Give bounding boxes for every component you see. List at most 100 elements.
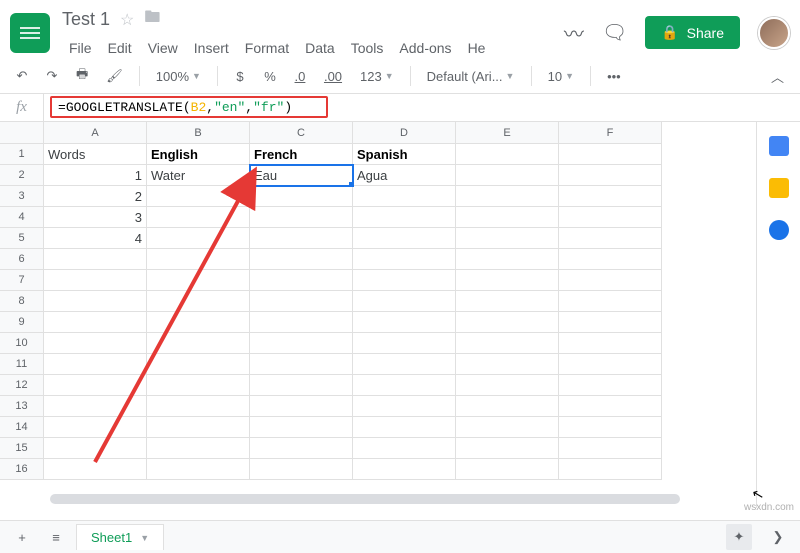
row-header[interactable]: 12 — [0, 375, 44, 396]
row-header[interactable]: 7 — [0, 270, 44, 291]
cell-B3[interactable] — [147, 186, 250, 207]
cell[interactable] — [353, 438, 456, 459]
cell[interactable] — [250, 312, 353, 333]
all-sheets-button[interactable]: ≡ — [42, 524, 70, 550]
row-header[interactable]: 14 — [0, 417, 44, 438]
more-tools-button[interactable]: ••• — [601, 63, 627, 89]
cell[interactable] — [44, 417, 147, 438]
cell[interactable] — [353, 459, 456, 480]
cell[interactable] — [353, 354, 456, 375]
cell[interactable] — [250, 249, 353, 270]
cell[interactable] — [353, 396, 456, 417]
cell[interactable] — [559, 354, 662, 375]
cell-F4[interactable] — [559, 207, 662, 228]
cell[interactable] — [147, 312, 250, 333]
cell[interactable] — [250, 396, 353, 417]
cell[interactable] — [250, 291, 353, 312]
cell-E4[interactable] — [456, 207, 559, 228]
fill-handle[interactable] — [349, 182, 353, 186]
cell[interactable] — [44, 291, 147, 312]
cell[interactable] — [559, 438, 662, 459]
calendar-icon[interactable] — [769, 136, 789, 156]
cell[interactable] — [456, 270, 559, 291]
cell[interactable] — [147, 354, 250, 375]
cell[interactable] — [456, 312, 559, 333]
cell[interactable] — [456, 249, 559, 270]
cell[interactable] — [250, 333, 353, 354]
cell-B1[interactable]: English — [147, 144, 250, 165]
star-icon[interactable]: ☆ — [120, 10, 134, 30]
cell[interactable] — [456, 375, 559, 396]
cell[interactable] — [147, 459, 250, 480]
folder-icon[interactable]: 🖿 — [144, 6, 160, 33]
cell-D3[interactable] — [353, 186, 456, 207]
cell[interactable] — [353, 417, 456, 438]
cell[interactable] — [456, 354, 559, 375]
cell[interactable] — [559, 375, 662, 396]
cell[interactable] — [559, 270, 662, 291]
add-sheet-button[interactable]: + — [8, 524, 36, 550]
document-title[interactable]: Test 1 — [62, 9, 110, 30]
paint-format-button[interactable]: 🖌 — [100, 63, 129, 89]
cell[interactable] — [559, 396, 662, 417]
select-all-corner[interactable] — [0, 122, 44, 144]
cell[interactable] — [559, 249, 662, 270]
cell-C4[interactable] — [250, 207, 353, 228]
cell-F3[interactable] — [559, 186, 662, 207]
row-header[interactable]: 16 — [0, 459, 44, 480]
cell-A4[interactable]: 3 — [44, 207, 147, 228]
row-header[interactable]: 1 — [0, 144, 44, 165]
cell[interactable] — [147, 249, 250, 270]
cell[interactable] — [147, 291, 250, 312]
cell-B2[interactable]: Water — [147, 165, 250, 186]
cell[interactable] — [44, 438, 147, 459]
cell[interactable] — [147, 270, 250, 291]
more-formats-dropdown[interactable]: 123▼ — [354, 65, 400, 88]
menu-addons[interactable]: Add-ons — [392, 37, 458, 59]
cell-B4[interactable] — [147, 207, 250, 228]
menu-view[interactable]: View — [141, 37, 185, 59]
cell[interactable] — [147, 417, 250, 438]
print-button[interactable]: 🖶 — [70, 63, 94, 89]
cell[interactable] — [353, 312, 456, 333]
cell[interactable] — [44, 459, 147, 480]
cell[interactable] — [250, 270, 353, 291]
redo-button[interactable]: ↷ — [40, 63, 64, 89]
tasks-icon[interactable] — [769, 220, 789, 240]
keep-icon[interactable] — [769, 178, 789, 198]
cell[interactable] — [44, 249, 147, 270]
cell-E3[interactable] — [456, 186, 559, 207]
cell[interactable] — [353, 375, 456, 396]
cell-D1[interactable]: Spanish — [353, 144, 456, 165]
cell[interactable] — [559, 291, 662, 312]
cell[interactable] — [250, 438, 353, 459]
cell[interactable] — [353, 333, 456, 354]
explore-button[interactable]: ✦ — [726, 524, 752, 550]
cell-F5[interactable] — [559, 228, 662, 249]
row-header[interactable]: 11 — [0, 354, 44, 375]
cell-E5[interactable] — [456, 228, 559, 249]
row-header[interactable]: 8 — [0, 291, 44, 312]
menu-tools[interactable]: Tools — [344, 37, 391, 59]
menu-edit[interactable]: Edit — [101, 37, 139, 59]
fx-icon[interactable]: fx — [0, 94, 44, 121]
cell-A1[interactable]: Words — [44, 144, 147, 165]
menu-file[interactable]: File — [62, 37, 99, 59]
cell[interactable] — [44, 270, 147, 291]
cell[interactable] — [456, 291, 559, 312]
decrease-decimal-button[interactable]: .0 — [288, 63, 312, 89]
cell-D2[interactable]: Agua — [353, 165, 456, 186]
undo-button[interactable]: ↶ — [10, 63, 34, 89]
formula-input[interactable]: =GOOGLETRANSLATE(B2, "en", "fr") — [44, 94, 800, 121]
font-dropdown[interactable]: Default (Ari...▼ — [421, 65, 521, 88]
comment-icon[interactable]: 🗨 — [602, 20, 627, 45]
cell[interactable] — [147, 333, 250, 354]
col-header-F[interactable]: F — [559, 122, 662, 144]
col-header-D[interactable]: D — [353, 122, 456, 144]
cell[interactable] — [456, 438, 559, 459]
sheets-logo-icon[interactable] — [10, 13, 50, 53]
cell-D4[interactable] — [353, 207, 456, 228]
grid[interactable]: A B C D E F 1 Words English French Spani… — [0, 122, 756, 508]
cell[interactable] — [147, 438, 250, 459]
horizontal-scrollbar[interactable] — [44, 492, 738, 506]
